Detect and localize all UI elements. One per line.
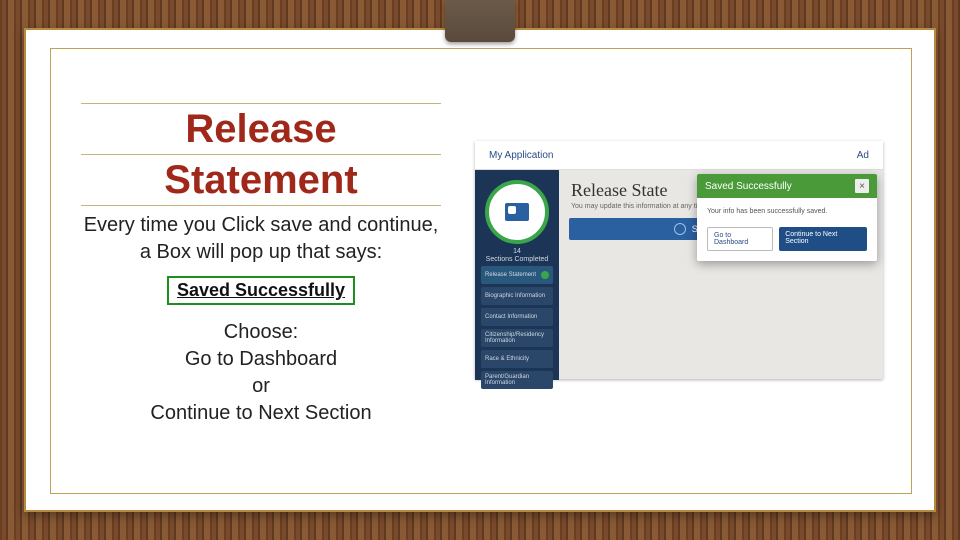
sidebar-item-parent[interactable]: Parent/Guardian Information <box>481 371 553 389</box>
rule <box>81 103 441 104</box>
screenshot-body: 14 Sections Completed Release Statement … <box>475 170 883 380</box>
intro-line-2: a Box will pop up that says: <box>140 241 382 263</box>
sidebar-item-race[interactable]: Race & Ethnicity <box>481 350 553 368</box>
close-icon[interactable]: × <box>855 179 869 193</box>
popup-title: Saved Successfully <box>705 181 792 192</box>
sidebar-item-label: Biographic Information <box>485 293 545 299</box>
title-line-1: Release <box>185 107 336 151</box>
intro-text: Every time you Click save and continue, … <box>81 212 441 266</box>
saved-popup: Saved Successfully × ation Your info has… <box>697 174 877 261</box>
slide-background: Release Statement Every time you Click s… <box>0 0 960 540</box>
rule <box>81 205 441 206</box>
sections-count: 14 <box>475 248 559 256</box>
id-card-icon <box>505 203 529 221</box>
popup-button-row: Go to Dashboard Continue to Next Section <box>697 221 877 261</box>
nav-my-application: My Application <box>489 150 553 161</box>
sidebar-item-label: Release Statement <box>485 272 536 278</box>
slide-panel: Release Statement Every time you Click s… <box>24 28 936 512</box>
choose-text: Choose: Go to Dashboard or Continue to N… <box>81 319 441 427</box>
choose-l3: or <box>252 375 270 397</box>
sidebar-item-citizenship[interactable]: Citizenship/Residency Information <box>481 329 553 347</box>
sidebar-item-label: Citizenship/Residency Information <box>485 332 549 344</box>
check-dot-icon <box>541 271 549 279</box>
embedded-screenshot: My Application Ad 14 Sections Completed … <box>475 141 883 379</box>
nav-ad-fragment: Ad <box>857 150 869 161</box>
sections-count-label: Sections Completed <box>475 256 559 264</box>
sidebar-item-label: Parent/Guardian Information <box>485 374 549 386</box>
choose-l2: Go to Dashboard <box>185 348 337 370</box>
rule <box>81 154 441 155</box>
slide-inner-border: Release Statement Every time you Click s… <box>50 48 912 494</box>
slide-title: Release Statement <box>81 108 441 201</box>
screenshot-topnav: My Application Ad <box>475 141 883 170</box>
popup-header: Saved Successfully × <box>697 174 877 198</box>
text-column: Release Statement Every time you Click s… <box>81 99 441 427</box>
choose-l1: Choose: <box>224 321 299 343</box>
saved-successfully-highlight: Saved Successfully <box>167 276 355 305</box>
sidebar-item-label: Contact Information <box>485 314 537 320</box>
sidebar-item-label: Race & Ethnicity <box>485 356 529 362</box>
intro-line-1: Every time you Click save and continue, <box>84 214 439 236</box>
title-line-2: Statement <box>164 158 357 202</box>
choose-l4: Continue to Next Section <box>150 402 371 424</box>
sidebar-item-release-statement[interactable]: Release Statement <box>481 266 553 284</box>
continue-next-section-button[interactable]: Continue to Next Section <box>779 227 867 251</box>
popup-body-text: Your info has been successfully saved. <box>697 198 877 221</box>
binder-clip <box>445 0 515 42</box>
sidebar-item-biographic[interactable]: Biographic Information <box>481 287 553 305</box>
progress-circle-icon <box>485 180 549 244</box>
sidebar-item-contact[interactable]: Contact Information <box>481 308 553 326</box>
go-to-dashboard-button[interactable]: Go to Dashboard <box>707 227 773 251</box>
saved-successfully-label: Saved Successfully <box>177 280 345 300</box>
screenshot-sidebar: 14 Sections Completed Release Statement … <box>475 170 559 380</box>
checkmark-circle-icon <box>674 223 686 235</box>
